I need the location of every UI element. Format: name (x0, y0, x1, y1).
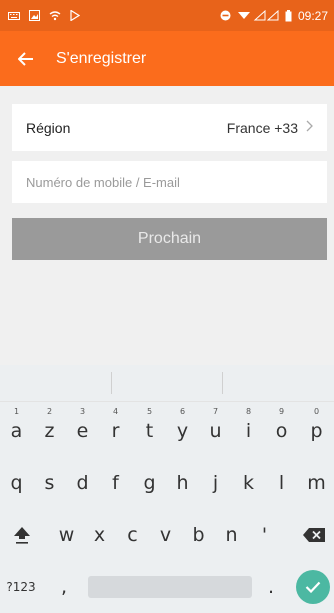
suggestion-slot[interactable] (0, 372, 111, 394)
suggestion-slot[interactable] (222, 372, 334, 394)
region-label: Région (26, 119, 71, 136)
battery-icon (285, 9, 292, 21)
play-store-icon (70, 10, 80, 21)
keyboard-icon (8, 11, 20, 20)
key-n[interactable]: n (215, 509, 248, 561)
region-selector[interactable]: Région France +33 (12, 104, 327, 151)
suggestion-strip (0, 365, 334, 402)
key-f[interactable]: f (99, 457, 132, 509)
enter-button[interactable] (296, 570, 330, 604)
key-g[interactable]: g (133, 457, 166, 509)
chevron-right-icon (306, 119, 313, 137)
phone-email-input[interactable] (12, 161, 327, 203)
key-c[interactable]: c (116, 509, 149, 561)
key-comma[interactable]: , (48, 561, 80, 613)
next-button[interactable]: Prochain (12, 218, 327, 260)
shift-key[interactable] (2, 509, 42, 561)
wifi-icon (49, 11, 61, 21)
keyboard-row-4: ?123 , . (0, 561, 334, 613)
key-v[interactable]: v (149, 509, 182, 561)
key-s[interactable]: s (33, 457, 66, 509)
key-period[interactable]: . (255, 561, 287, 613)
region-value: France +33 (226, 119, 298, 136)
key-apostrophe[interactable]: ' (248, 509, 281, 561)
key-e[interactable]: 3e (66, 401, 99, 453)
space-bar[interactable] (88, 576, 252, 598)
key-q[interactable]: q (0, 457, 33, 509)
checkmark-icon (305, 581, 321, 593)
key-o[interactable]: 9o (265, 401, 298, 453)
status-bar: 09:27 (0, 0, 334, 31)
signal-icon (237, 10, 279, 21)
keyboard-row-2: q s d f g h j k l m (0, 457, 334, 509)
arrow-left-icon (18, 51, 33, 66)
status-right-icons: 09:27 (220, 9, 334, 23)
keyboard-row-3: w x c v b n ' (0, 509, 334, 561)
key-t[interactable]: 5t (133, 401, 166, 453)
do-not-disturb-icon (220, 10, 231, 21)
key-i[interactable]: 8i (232, 401, 265, 453)
symbols-key[interactable]: ?123 (0, 561, 42, 613)
status-left-icons (0, 10, 80, 21)
page-title: S'enregistrer (56, 49, 147, 67)
back-button[interactable] (6, 39, 46, 79)
status-time: 09:27 (297, 8, 328, 23)
app-bar: S'enregistrer (0, 31, 334, 86)
shift-icon (14, 527, 30, 544)
suggestion-slot[interactable] (110, 372, 223, 394)
key-l[interactable]: l (265, 457, 298, 509)
key-m[interactable]: m (299, 457, 334, 509)
key-h[interactable]: h (166, 457, 199, 509)
image-icon (29, 10, 40, 21)
key-b[interactable]: b (182, 509, 215, 561)
key-a[interactable]: 1a (0, 401, 33, 453)
soft-keyboard: 1a 2z 3e 4r 5t 6y 7u 8i 9o 0p q s d f g … (0, 365, 334, 613)
key-j[interactable]: j (199, 457, 232, 509)
key-y[interactable]: 6y (166, 401, 199, 453)
backspace-key[interactable] (294, 509, 334, 561)
keyboard-row-1: 1a 2z 3e 4r 5t 6y 7u 8i 9o 0p (0, 401, 334, 453)
key-p[interactable]: 0p (299, 401, 334, 453)
key-k[interactable]: k (232, 457, 265, 509)
key-w[interactable]: w (50, 509, 83, 561)
backspace-icon (303, 528, 325, 542)
key-r[interactable]: 4r (99, 401, 132, 453)
key-d[interactable]: d (66, 457, 99, 509)
key-x[interactable]: x (83, 509, 116, 561)
key-z[interactable]: 2z (33, 401, 66, 453)
key-u[interactable]: 7u (199, 401, 232, 453)
phone-email-field-container (12, 161, 327, 203)
